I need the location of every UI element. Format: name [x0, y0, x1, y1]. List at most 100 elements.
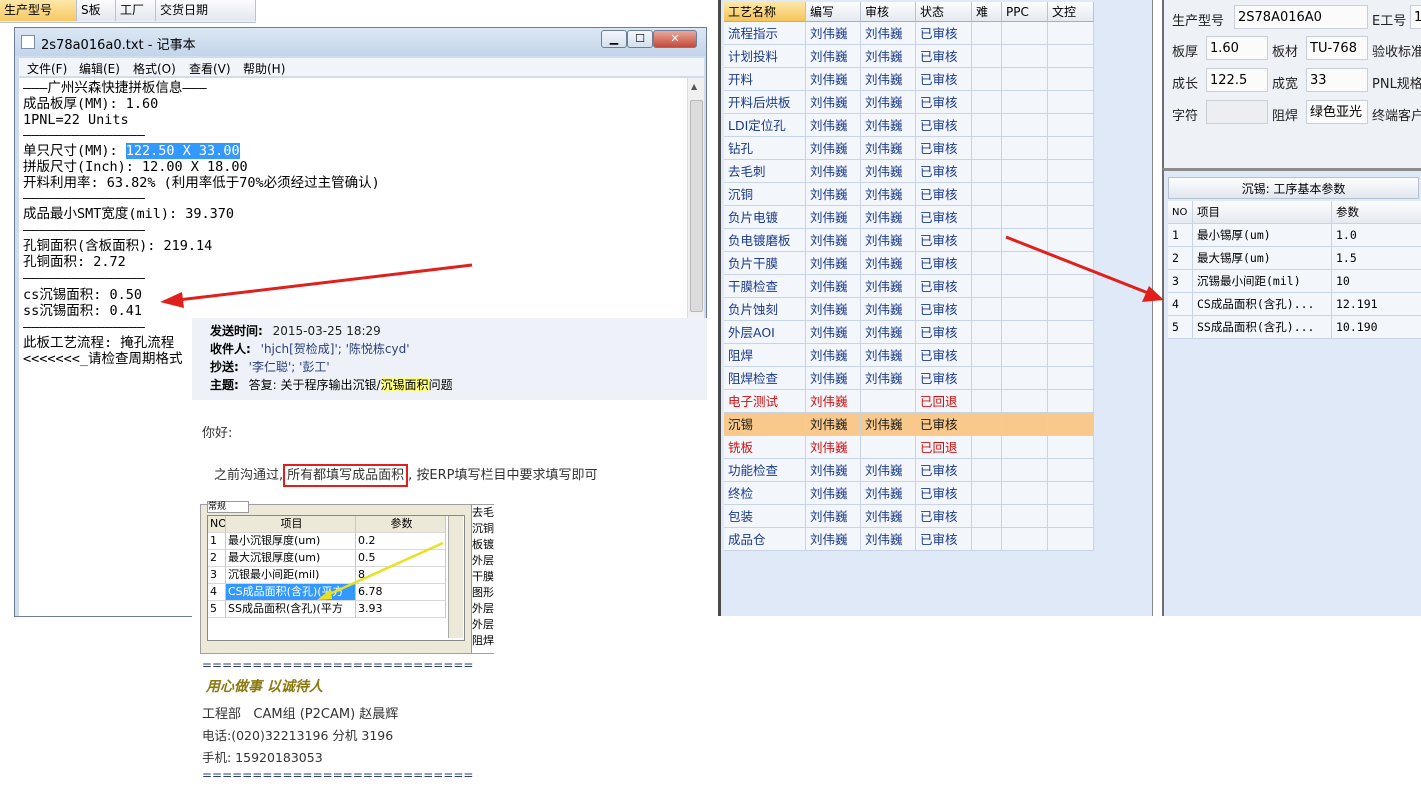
process-cell[interactable] [1002, 229, 1048, 252]
process-cell[interactable]: 刘伟巍 [861, 321, 916, 344]
process-cell[interactable]: 刘伟巍 [861, 22, 916, 45]
param-header-value[interactable]: 参数 [1332, 201, 1421, 224]
process-cell[interactable] [1002, 344, 1048, 367]
process-cell[interactable] [1048, 275, 1094, 298]
material-field[interactable]: TU-768 [1306, 36, 1368, 60]
process-cell[interactable]: 刘伟巍 [861, 160, 916, 183]
process-cell[interactable] [1002, 482, 1048, 505]
to-value[interactable]: 'hjch[贺检成]'; '陈悦栋cyd' [261, 342, 410, 356]
process-step-name[interactable]: 终检 [724, 482, 806, 505]
process-cell[interactable]: 刘伟巍 [806, 367, 861, 390]
process-cell[interactable] [972, 45, 1002, 68]
col-header-s-board[interactable]: S板 [77, 0, 116, 21]
process-step-name[interactable]: 阻焊检查 [724, 367, 806, 390]
param-no[interactable]: 3 [1168, 270, 1193, 293]
process-step-name[interactable]: 负电镀磨板 [724, 229, 806, 252]
process-cell[interactable] [1048, 183, 1094, 206]
process-cell[interactable]: 刘伟巍 [861, 482, 916, 505]
thickness-field[interactable]: 1.60 [1206, 36, 1268, 60]
param-no[interactable]: 5 [1168, 316, 1193, 339]
process-cell[interactable]: 刘伟巍 [861, 45, 916, 68]
process-cell[interactable] [1002, 183, 1048, 206]
process-status[interactable]: 已审核 [916, 160, 972, 183]
process-cell[interactable] [972, 459, 1002, 482]
process-cell[interactable]: 刘伟巍 [806, 45, 861, 68]
process-cell[interactable]: 刘伟巍 [806, 528, 861, 551]
param-item[interactable]: 沉锡最小间距(mil) [1193, 270, 1332, 293]
process-status[interactable]: 已审核 [916, 482, 972, 505]
process-cell[interactable]: 刘伟巍 [806, 160, 861, 183]
process-step-name[interactable]: 流程指示 [724, 22, 806, 45]
process-cell[interactable] [861, 390, 916, 413]
process-cell[interactable] [1002, 91, 1048, 114]
width-field[interactable]: 33 [1306, 68, 1368, 92]
process-cell[interactable] [1048, 413, 1094, 436]
param-item[interactable]: 最小锡厚(um) [1193, 224, 1332, 247]
process-step-name[interactable]: 铣板 [724, 436, 806, 459]
process-cell[interactable]: 刘伟巍 [806, 505, 861, 528]
process-status[interactable]: 已审核 [916, 206, 972, 229]
process-cell[interactable]: 刘伟巍 [861, 367, 916, 390]
process-cell[interactable]: 刘伟巍 [806, 436, 861, 459]
process-cell[interactable] [972, 505, 1002, 528]
process-cell[interactable] [972, 298, 1002, 321]
process-cell[interactable]: 刘伟巍 [806, 229, 861, 252]
process-status[interactable]: 已审核 [916, 275, 972, 298]
process-cell[interactable]: 刘伟巍 [861, 298, 916, 321]
close-button[interactable]: ✕ [653, 30, 697, 48]
process-cell[interactable]: 刘伟巍 [861, 275, 916, 298]
process-cell[interactable] [1048, 436, 1094, 459]
process-cell[interactable] [1002, 275, 1048, 298]
process-col-header[interactable]: 编写 [806, 2, 861, 22]
process-cell[interactable] [1002, 252, 1048, 275]
menu-file[interactable]: 文件(F) [27, 60, 67, 77]
menu-help[interactable]: 帮助(H) [243, 60, 285, 77]
process-cell[interactable] [972, 436, 1002, 459]
process-cell[interactable] [1048, 114, 1094, 137]
process-cell[interactable]: 刘伟巍 [861, 114, 916, 137]
process-cell[interactable] [972, 160, 1002, 183]
param-no[interactable]: 4 [1168, 293, 1193, 316]
process-cell[interactable]: 刘伟巍 [806, 137, 861, 160]
param-value[interactable]: 1.5 [1332, 247, 1421, 270]
process-step-name[interactable]: 成品仓 [724, 528, 806, 551]
process-cell[interactable]: 刘伟巍 [861, 137, 916, 160]
param-item[interactable]: SS成品面积(含孔)... [1193, 316, 1332, 339]
process-step-name[interactable]: 外层AOI [724, 321, 806, 344]
process-status[interactable]: 已审核 [916, 114, 972, 137]
process-status[interactable]: 已审核 [916, 229, 972, 252]
process-cell[interactable] [1048, 482, 1094, 505]
process-cell[interactable] [1048, 68, 1094, 91]
process-step-name[interactable]: 计划投料 [724, 45, 806, 68]
process-step-name[interactable]: 去毛刺 [724, 160, 806, 183]
process-status[interactable]: 已审核 [916, 137, 972, 160]
process-col-header[interactable]: 文控 [1048, 2, 1094, 22]
selected-text[interactable]: 122.50 X 33.00 [125, 143, 240, 159]
process-cell[interactable] [1002, 436, 1048, 459]
process-cell[interactable] [972, 390, 1002, 413]
process-cell[interactable]: 刘伟巍 [861, 459, 916, 482]
process-step-name[interactable]: LDI定位孔 [724, 114, 806, 137]
process-col-header[interactable]: 工艺名称 [724, 2, 806, 22]
process-cell[interactable] [972, 528, 1002, 551]
process-cell[interactable] [1048, 344, 1094, 367]
col-header-delivery-date[interactable]: 交货日期 [156, 0, 256, 21]
process-cell[interactable] [1002, 114, 1048, 137]
col-header-model[interactable]: 生产型号 [0, 0, 77, 21]
process-cell[interactable] [972, 22, 1002, 45]
process-cell[interactable]: 刘伟巍 [806, 275, 861, 298]
process-cell[interactable] [1048, 505, 1094, 528]
process-cell[interactable] [1048, 298, 1094, 321]
process-step-name[interactable]: 沉锡 [724, 413, 806, 436]
process-step-name[interactable]: 钻孔 [724, 137, 806, 160]
process-cell[interactable] [972, 114, 1002, 137]
param-value[interactable]: 10.190 [1332, 316, 1421, 339]
process-step-name[interactable]: 包装 [724, 505, 806, 528]
process-cell[interactable]: 刘伟巍 [861, 68, 916, 91]
process-cell[interactable] [1002, 505, 1048, 528]
process-cell[interactable]: 刘伟巍 [861, 505, 916, 528]
process-cell[interactable] [972, 252, 1002, 275]
param-header-no[interactable]: NO [1168, 201, 1193, 224]
process-cell[interactable] [861, 436, 916, 459]
process-status[interactable]: 已审核 [916, 298, 972, 321]
